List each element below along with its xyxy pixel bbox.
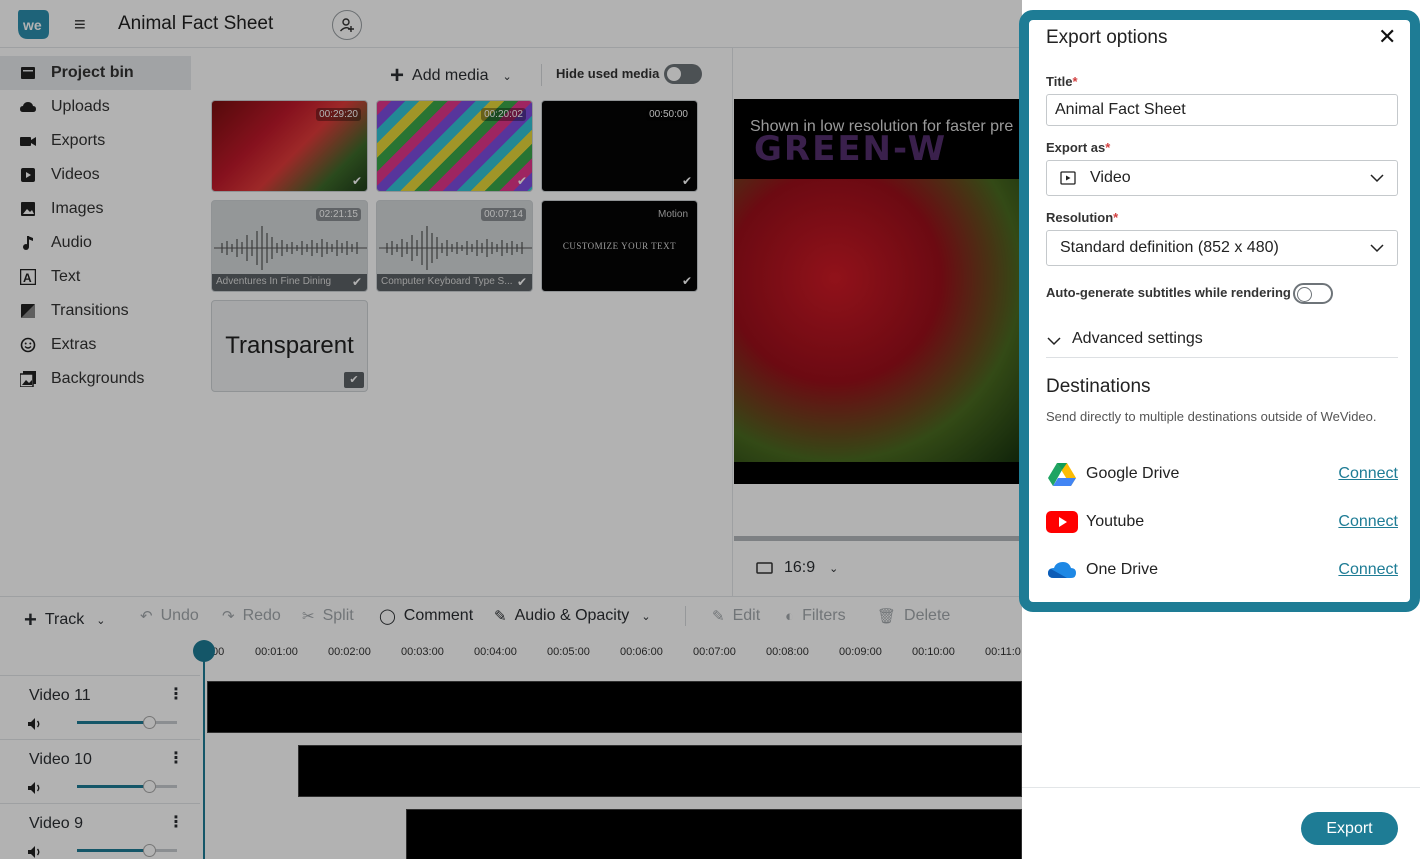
destination-name: One Drive bbox=[1086, 561, 1159, 578]
destination-name: Youtube bbox=[1086, 513, 1145, 530]
export-button[interactable]: Export bbox=[1301, 812, 1398, 845]
connect-one-drive-link[interactable]: Connect bbox=[1338, 561, 1398, 579]
resolution-select[interactable]: Standard definition (852 x 480) bbox=[1046, 230, 1398, 266]
destination-name: Google Drive bbox=[1086, 465, 1180, 482]
advanced-settings-toggle[interactable]: Advanced settings bbox=[1046, 330, 1398, 358]
modal-backdrop bbox=[0, 0, 1022, 859]
export-as-select[interactable]: Video bbox=[1046, 160, 1398, 196]
youtube-icon bbox=[1046, 509, 1078, 535]
google-drive-icon bbox=[1046, 461, 1078, 487]
onedrive-icon bbox=[1046, 557, 1078, 583]
export-options-title: Export options bbox=[1046, 27, 1168, 48]
editor: we ≡ Animal Fact Sheet Project bin Uploa… bbox=[0, 0, 1022, 859]
connect-youtube-link[interactable]: Connect bbox=[1338, 513, 1398, 531]
destinations-description: Send directly to multiple destinations o… bbox=[1046, 409, 1377, 424]
export-as-label: Export as* bbox=[1046, 140, 1111, 155]
resolution-value: Standard definition (852 x 480) bbox=[1060, 239, 1279, 256]
footer-divider bbox=[1022, 787, 1420, 788]
destination-youtube: Youtube Connect bbox=[1046, 507, 1398, 537]
export-as-value: Video bbox=[1090, 169, 1131, 186]
advanced-settings-label: Advanced settings bbox=[1072, 330, 1203, 347]
destination-one-drive: One Drive Connect bbox=[1046, 555, 1398, 585]
destinations-heading: Destinations bbox=[1046, 376, 1151, 397]
auto-subtitles-label: Auto-generate subtitles while rendering bbox=[1046, 285, 1291, 300]
chevron-down-icon bbox=[1370, 174, 1384, 183]
connect-google-drive-link[interactable]: Connect bbox=[1338, 465, 1398, 483]
title-label: Title* bbox=[1046, 74, 1078, 89]
chevron-down-icon bbox=[1047, 337, 1061, 346]
auto-subtitles-toggle[interactable] bbox=[1293, 283, 1333, 304]
chevron-down-icon bbox=[1370, 244, 1384, 253]
destination-google-drive: Google Drive Connect bbox=[1046, 459, 1398, 489]
video-icon bbox=[1060, 171, 1076, 185]
title-input[interactable] bbox=[1046, 94, 1398, 126]
close-icon[interactable]: ✕ bbox=[1378, 24, 1396, 50]
resolution-label: Resolution* bbox=[1046, 210, 1119, 225]
